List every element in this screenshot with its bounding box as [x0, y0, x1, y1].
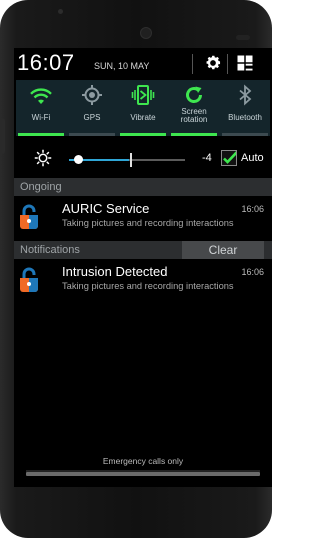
auto-label: Auto: [241, 152, 264, 164]
brightness-slider[interactable]: [69, 159, 185, 161]
front-camera: [141, 28, 151, 38]
notification-text: Taking pictures and recording interactio…: [62, 281, 234, 291]
wifi-icon: [30, 88, 52, 104]
slider-thumb[interactable]: [74, 155, 83, 164]
brightness-row: -4 Auto: [14, 140, 272, 174]
power-button: [0, 118, 5, 154]
toggle-label: GPS: [83, 113, 101, 122]
toggle-indicator: [171, 133, 217, 136]
shade-header: 16:07 SUN, 10 MAY: [14, 48, 272, 78]
clear-button[interactable]: Clear: [182, 241, 264, 259]
gps-icon: [82, 85, 102, 105]
shade-drag-handle[interactable]: [26, 472, 260, 476]
toggle-wifi[interactable]: Wi-Fi: [16, 80, 66, 136]
notification-time: 16:06: [241, 204, 264, 214]
divider: [227, 54, 228, 74]
toggle-screen-rotation[interactable]: Screen rotation: [169, 80, 219, 136]
toggle-indicator: [222, 133, 268, 136]
toggle-indicator: [69, 133, 115, 136]
divider: [192, 54, 193, 74]
notification-time: 16:06: [241, 267, 264, 277]
toggle-label: Wi-Fi: [31, 113, 51, 122]
notification-title: Intrusion Detected: [62, 264, 168, 279]
intrusion-notification[interactable]: Intrusion Detected Taking pictures and r…: [14, 261, 272, 299]
toggle-indicator: [18, 133, 64, 136]
section-title: Notifications: [20, 244, 80, 256]
ongoing-notification[interactable]: AURIC Service Taking pictures and record…: [14, 198, 272, 236]
auto-brightness-checkbox[interactable]: [221, 150, 237, 166]
toggle-label: Bluetooth: [228, 113, 262, 122]
vibrate-icon: [131, 85, 155, 105]
quick-settings: Wi-Fi GPS Vibrate Screen rotation Blueto…: [16, 80, 270, 136]
checkmark-icon: [223, 151, 236, 164]
section-title: Ongoing: [20, 181, 62, 193]
proximity-sensor: [236, 35, 250, 40]
brightness-icon: [34, 149, 52, 167]
notification-text: Taking pictures and recording interactio…: [62, 218, 234, 228]
toggle-vibrate[interactable]: Vibrate: [118, 80, 168, 136]
notifications-header: Notifications Clear: [14, 241, 272, 259]
toggle-gps[interactable]: GPS: [67, 80, 117, 136]
emergency-calls-text: Emergency calls only: [102, 456, 184, 466]
padlock-icon: [20, 267, 38, 292]
notification-title: AURIC Service: [62, 201, 150, 216]
gear-icon[interactable]: [204, 54, 222, 72]
padlock-icon: [20, 204, 38, 229]
speaker: [58, 9, 63, 14]
grid-toggle-icon[interactable]: [236, 54, 254, 72]
slider-default-tick: [130, 153, 132, 167]
rotation-icon: [186, 86, 202, 103]
toggle-label: Screen rotation: [180, 107, 208, 124]
bluetooth-icon: [239, 84, 252, 106]
notification-shade: 16:07 SUN, 10 MAY Wi-Fi GPS Vibrate Scre…: [14, 48, 272, 487]
brightness-value: -4: [202, 152, 212, 164]
toggle-bluetooth[interactable]: Bluetooth: [220, 80, 270, 136]
phone-frame: 16:07 SUN, 10 MAY Wi-Fi GPS Vibrate Scre…: [0, 0, 272, 538]
toggle-label: Vibrate: [130, 113, 156, 122]
clock: 16:07: [17, 50, 75, 75]
ongoing-header: Ongoing: [14, 178, 272, 196]
toggle-indicator: [120, 133, 166, 136]
bottom-bezel: [0, 490, 272, 538]
date: SUN, 10 MAY: [94, 61, 150, 71]
